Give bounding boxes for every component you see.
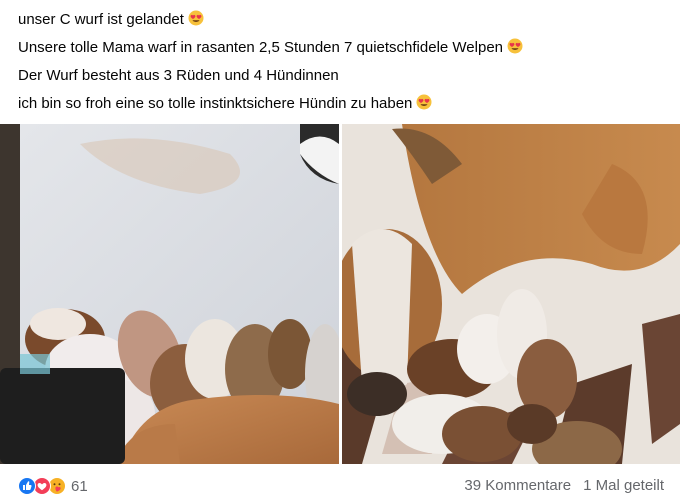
puppies-with-mother-photo-left[interactable] (0, 124, 339, 464)
post-line-1-text: unser C wurf ist gelandet (18, 11, 184, 28)
post-line-2: Unsere tolle Mama warf in rasanten 2,5 S… (18, 34, 668, 62)
post-line-4-text: ich bin so froh eine so tolle instinktsi… (18, 95, 413, 112)
puppies-nursing-photo-right[interactable] (342, 124, 680, 464)
post-stats: 39 Kommentare 1 Mal geteilt (464, 477, 664, 494)
post-line-4: ich bin so froh eine so tolle instinktsi… (18, 90, 668, 118)
shares-count-link[interactable]: 1 Mal geteilt (583, 477, 664, 494)
post-line-2-text: Unsere tolle Mama warf in rasanten 2,5 S… (18, 39, 504, 56)
post-footer: 61 39 Kommentare 1 Mal geteilt (0, 470, 680, 502)
reactions-summary[interactable]: 61 (18, 476, 88, 496)
post-line-3: Der Wurf besteht aus 3 Rüden und 4 Hündi… (18, 62, 668, 90)
post-text: unser C wurf ist gelandet Unsere tolle M… (18, 6, 668, 118)
post-line-1: unser C wurf ist gelandet (18, 6, 668, 34)
comments-count-link[interactable]: 39 Kommentare (464, 477, 571, 494)
like-icon (18, 477, 36, 495)
heart-eyes-emoji-icon (416, 94, 432, 110)
reaction-count: 61 (71, 477, 88, 495)
post-line-3-text: Der Wurf besteht aus 3 Rüden und 4 Hündi… (18, 67, 339, 84)
photo-grid (0, 124, 680, 464)
heart-eyes-emoji-icon (188, 10, 204, 26)
heart-eyes-emoji-icon (507, 38, 523, 54)
